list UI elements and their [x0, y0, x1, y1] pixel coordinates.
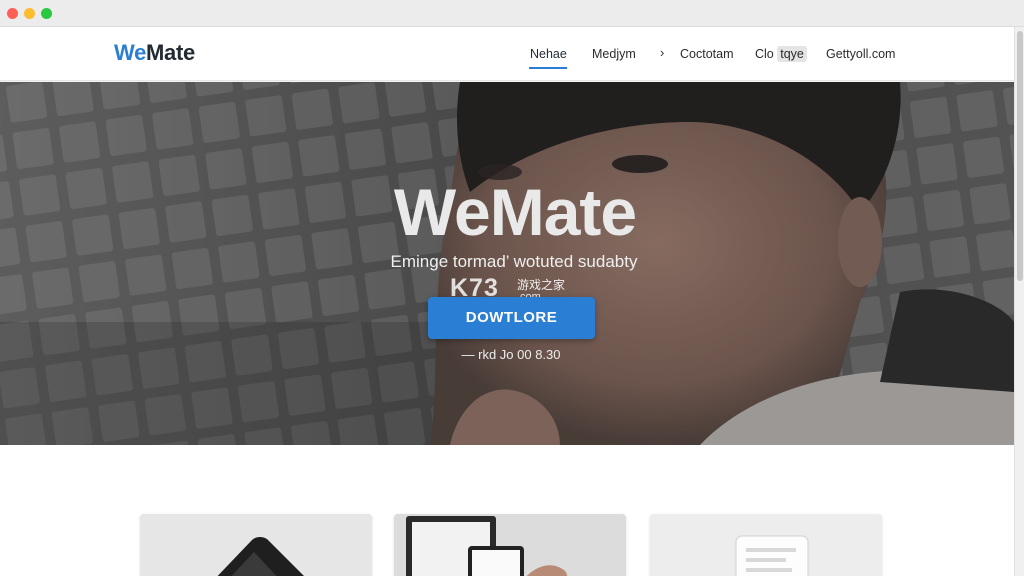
feature-card-3[interactable]	[650, 514, 882, 576]
hero-section: WeMate Eminge tormad’ wotuted sudabty K7…	[0, 82, 1014, 445]
scrollbar-thumb[interactable]	[1017, 31, 1023, 281]
minimize-window-button[interactable]	[24, 8, 35, 19]
hero-subtitle: Eminge tormad’ wotuted sudabty	[390, 252, 638, 271]
window-titlebar	[0, 0, 1024, 27]
logo-mate: Mate	[146, 40, 195, 65]
feature-card-1-image	[140, 514, 372, 576]
download-button[interactable]: DOWTLORE	[428, 297, 595, 339]
maximize-window-button[interactable]	[41, 8, 52, 19]
nav-item-badge: tqye	[777, 46, 807, 62]
close-window-button[interactable]	[7, 8, 18, 19]
nav-active-indicator	[529, 67, 567, 69]
nav-item-coctotam[interactable]: Coctotam	[680, 47, 734, 61]
nav-item-clo-label: Clo	[755, 47, 774, 61]
page-scrollbar[interactable]	[1014, 27, 1024, 576]
nav-item-medjym[interactable]: Medjym	[592, 47, 636, 61]
site-logo[interactable]: WeMate	[114, 40, 195, 66]
feature-card-3-image	[650, 514, 882, 576]
nav-item-nehae[interactable]: Nehae	[530, 47, 567, 61]
version-info: — rkd Jo 00 8.30	[0, 347, 1014, 362]
logo-we: We	[114, 40, 147, 65]
site-header: WeMate Nehae Medjym › Coctotam Clo tqye …	[0, 27, 1014, 81]
features-section	[0, 445, 1014, 576]
feature-card-2-image	[394, 514, 626, 576]
nav-item-clo[interactable]: Clo tqye	[755, 46, 807, 62]
hero-title: WeMate	[393, 175, 637, 249]
nav-item-gettyoll[interactable]: Gettyoll.com	[826, 47, 895, 61]
feature-card-1[interactable]	[140, 514, 372, 576]
version-text: — rkd Jo 00 8.30	[461, 347, 561, 362]
feature-card-2[interactable]	[394, 514, 626, 576]
chevron-right-icon: ›	[660, 45, 665, 60]
